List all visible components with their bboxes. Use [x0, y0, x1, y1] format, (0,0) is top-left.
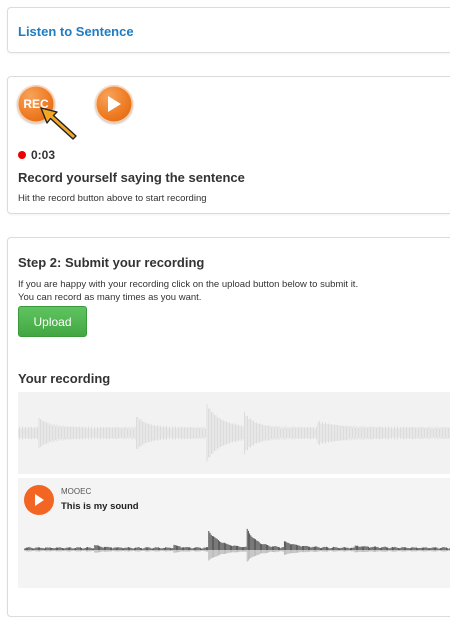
listen-panel: Listen to Sentence: [7, 7, 450, 53]
your-recording-heading: Your recording: [18, 371, 111, 386]
submit-instruction-line-1: If you are happy with your recording cli…: [18, 279, 359, 290]
recording-waveform-preview: [18, 392, 450, 474]
audio-player: MOOEC This is my sound: [18, 478, 450, 588]
submit-instruction-line-2: You can record as many times as you want…: [18, 292, 202, 303]
play-recording-button[interactable]: [95, 85, 133, 123]
record-panel: REC 0:03 Record yourself saying the sent…: [7, 76, 450, 214]
timer-value: 0:03: [31, 148, 56, 162]
step-2-heading: Step 2: Submit your recording: [18, 255, 205, 270]
player-play-button[interactable]: [24, 485, 54, 515]
player-waveform[interactable]: [24, 518, 450, 578]
upload-button[interactable]: Upload: [18, 306, 87, 337]
listen-to-sentence-link[interactable]: Listen to Sentence: [18, 24, 134, 39]
player-track-title[interactable]: This is my sound: [61, 501, 139, 512]
submit-panel: Step 2: Submit your recording If you are…: [7, 237, 450, 617]
play-icon: [108, 96, 121, 112]
mouse-cursor-icon: [40, 107, 77, 140]
player-artist: MOOEC: [61, 487, 92, 496]
play-icon: [35, 494, 44, 506]
record-heading: Record yourself saying the sentence: [18, 170, 245, 185]
recording-dot-icon: [18, 151, 26, 159]
recording-timer: 0:03: [18, 148, 55, 162]
record-instruction: Hit the record button above to start rec…: [18, 193, 207, 204]
